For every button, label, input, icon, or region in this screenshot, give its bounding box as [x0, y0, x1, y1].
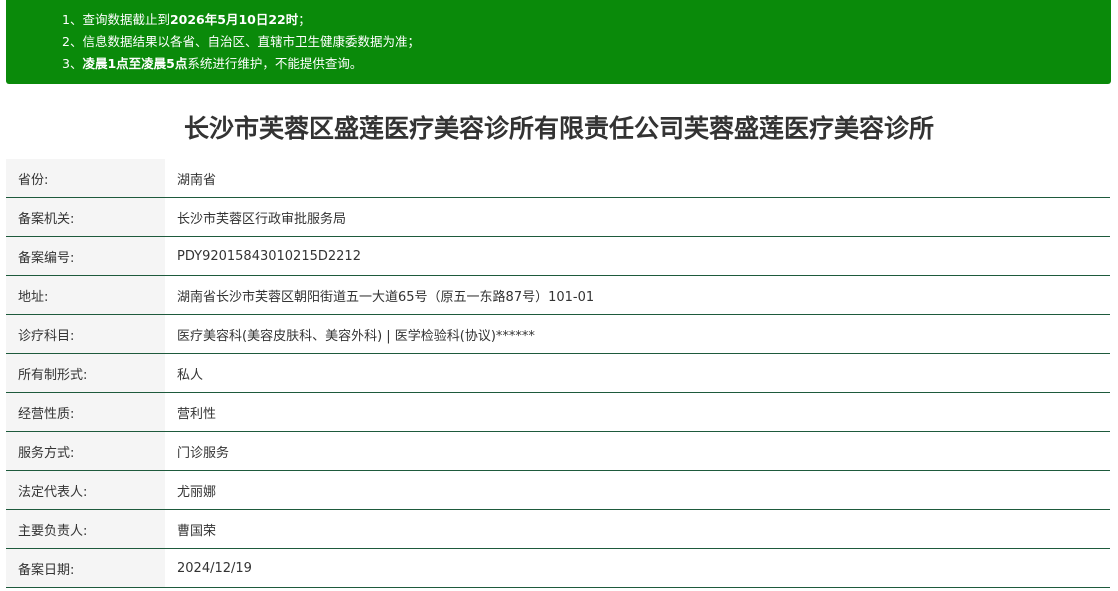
notice-line-2: 2、信息数据结果以各省、自治区、直辖市卫生健康委数据为准； [62, 31, 1111, 53]
field-value: 私人 [177, 367, 204, 383]
table-row-service-mode: 服务方式: 门诊服务 [6, 432, 1110, 471]
table-row-province: 省份: 湖南省 [6, 159, 1110, 198]
page-title: 长沙市芙蓉区盛莲医疗美容诊所有限责任公司芙蓉盛莲医疗美容诊所 [183, 114, 934, 143]
field-value: 医疗美容科(美容皮肤科、美容外科) | 医学检验科(协议)****** [177, 328, 535, 344]
notice-line-3-prefix: 3、 [62, 56, 83, 71]
field-value: 湖南省 [177, 172, 217, 188]
field-label: 所有制形式: [6, 354, 165, 392]
notice-line-1-prefix: 1、查询数据截止到 [62, 12, 170, 27]
notice-line-1-date: 2026年5月10日22时 [169, 12, 299, 27]
field-label: 主要负责人: [6, 510, 165, 548]
field-value: 尤丽娜 [177, 484, 217, 500]
field-label: 备案日期: [6, 549, 165, 587]
field-value: 门诊服务 [177, 445, 230, 461]
field-value: 湖南省长沙市芙蓉区朝阳街道五一大道65号（原五一东路87号）101-01 [177, 289, 595, 305]
table-row-authority: 备案机关: 长沙市芙蓉区行政审批服务局 [6, 198, 1110, 237]
notice-line-2-text: 2、信息数据结果以各省、自治区、直辖市卫生健康委数据为准； [62, 34, 420, 49]
field-label: 备案机关: [6, 198, 165, 236]
field-value: 长沙市芙蓉区行政审批服务局 [177, 211, 347, 227]
info-table: 省份: 湖南省 备案机关: 长沙市芙蓉区行政审批服务局 备案编号: PDY920… [6, 159, 1110, 588]
table-row-ownership: 所有制形式: 私人 [6, 354, 1110, 393]
notice-banner: 1、查询数据截止到2026年5月10日22时； 2、信息数据结果以各省、自治区、… [6, 0, 1111, 84]
notice-line-3-suffix: 系统进行维护，不能提供查询。 [187, 56, 363, 71]
table-row-business-nature: 经营性质: 营利性 [6, 393, 1110, 432]
notice-line-3-time: 凌晨1点至凌晨5点 [82, 56, 188, 71]
field-label: 备案编号: [6, 237, 165, 275]
table-row-record-date: 备案日期: 2024/12/19 [6, 549, 1110, 588]
table-row-record-number: 备案编号: PDY92015843010215D2212 [6, 237, 1110, 276]
notice-line-3: 3、凌晨1点至凌晨5点系统进行维护，不能提供查询。 [62, 53, 1111, 75]
field-value: PDY92015843010215D2212 [177, 248, 361, 264]
table-row-address: 地址: 湖南省长沙市芙蓉区朝阳街道五一大道65号（原五一东路87号）101-01 [6, 276, 1110, 315]
table-row-legal-representative: 法定代表人: 尤丽娜 [6, 471, 1110, 510]
field-value: 营利性 [177, 406, 217, 422]
notice-line-1: 1、查询数据截止到2026年5月10日22时； [62, 9, 1111, 31]
notice-line-1-suffix: ； [298, 12, 311, 27]
field-value: 2024/12/19 [177, 560, 252, 576]
table-row-principal: 主要负责人: 曹国荣 [6, 510, 1110, 549]
field-label: 诊疗科目: [6, 315, 165, 353]
field-value: 曹国荣 [177, 523, 217, 539]
field-label: 地址: [6, 276, 165, 314]
field-label: 省份: [6, 159, 165, 197]
field-label: 经营性质: [6, 393, 165, 431]
field-label: 服务方式: [6, 432, 165, 470]
field-label: 法定代表人: [6, 471, 165, 509]
table-row-departments: 诊疗科目: 医疗美容科(美容皮肤科、美容外科) | 医学检验科(协议)*****… [6, 315, 1110, 354]
